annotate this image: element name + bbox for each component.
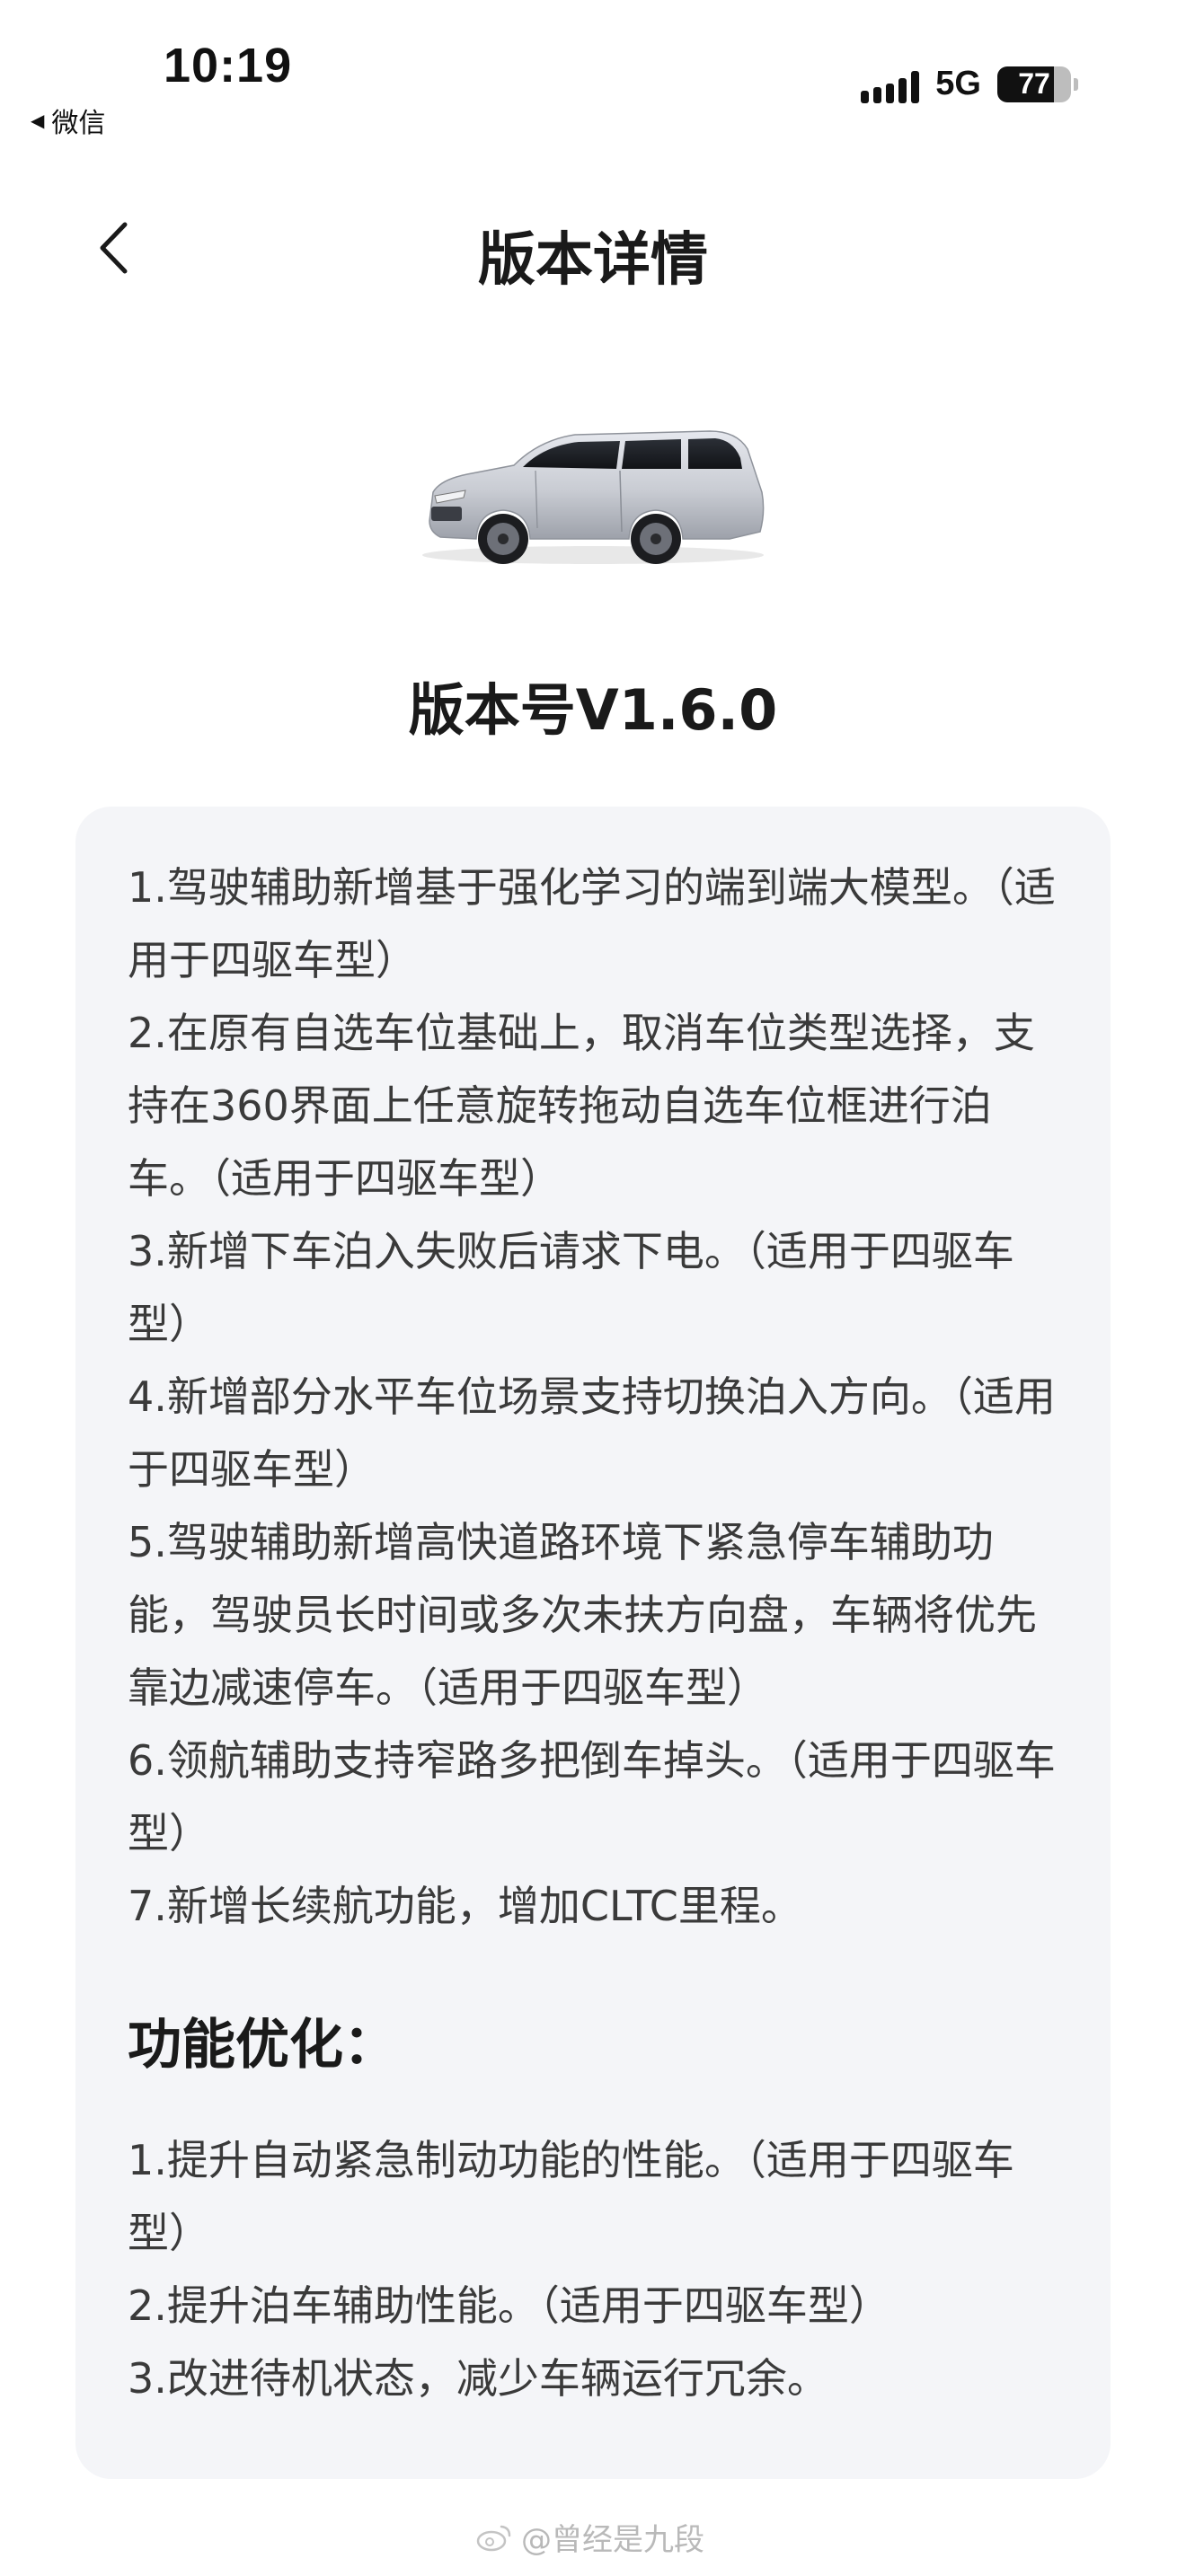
optimization-list: 1.提升自动紧急制动功能的性能。（适用于四驱车型） 2.提升泊车辅助性能。（适用… <box>128 2124 1062 2415</box>
optimization-item: 3.改进待机状态，减少车辆运行冗余。 <box>128 2354 828 2403</box>
version-number: 版本号V1.6.0 <box>408 677 778 743</box>
page-title: 版本详情 <box>478 227 708 294</box>
optimization-heading: 功能优化： <box>128 2014 397 2077</box>
feature-item: 3.新增下车泊入失败后请求下电。（适用于四驱车型） <box>128 1227 1014 1348</box>
optimization-item: 1.提升自动紧急制动功能的性能。（适用于四驱车型） <box>128 2136 1014 2257</box>
optimization-item: 2.提升泊车辅助性能。（适用于四驱车型） <box>128 2281 890 2330</box>
back-triangle-icon: ◀ <box>31 110 45 131</box>
battery-level: 77 <box>997 66 1071 102</box>
feature-item: 2.在原有自选车位基础上，取消车位类型选择，支持在360界面上任意旋转拖动自选车… <box>128 1009 1035 1203</box>
cellular-signal-icon <box>861 66 920 103</box>
status-indicators: 5G 77 <box>861 65 1078 103</box>
battery-cap <box>1074 77 1078 91</box>
network-type: 5G <box>935 65 981 102</box>
watermark: @曾经是九段 <box>476 2515 704 2559</box>
feature-item: 1.驾驶辅助新增基于强化学习的端到端大模型。（适用于四驱车型） <box>128 863 1056 984</box>
weibo-logo-icon <box>476 2525 511 2551</box>
feature-item: 7.新增长续航功能，增加CLTC里程。 <box>128 1882 802 1930</box>
car-image <box>413 413 773 575</box>
watermark-text: @曾经是九段 <box>521 2522 704 2558</box>
release-notes-card: 1.驾驶辅助新增基于强化学习的端到端大模型。（适用于四驱车型） 2.在原有自选车… <box>75 807 1111 2479</box>
status-time: 10:19 <box>164 39 293 93</box>
feature-item: 4.新增部分水平车位场景支持切换泊入方向。（适用于四驱车型） <box>128 1372 1056 1494</box>
back-to-app-link[interactable]: ◀ 微信 <box>31 101 105 140</box>
feature-item: 5.驾驶辅助新增高快道路环境下紧急停车辅助功能，驾驶员长时间或多次未扶方向盘，车… <box>128 1518 1037 1712</box>
feature-item: 6.领航辅助支持窄路多把倒车掉头。（适用于四驱车型） <box>128 1736 1056 1857</box>
battery-icon: 77 <box>997 66 1078 102</box>
new-features-list: 1.驾驶辅助新增基于强化学习的端到端大模型。（适用于四驱车型） 2.在原有自选车… <box>128 851 1062 1943</box>
back-app-label: 微信 <box>51 108 106 139</box>
